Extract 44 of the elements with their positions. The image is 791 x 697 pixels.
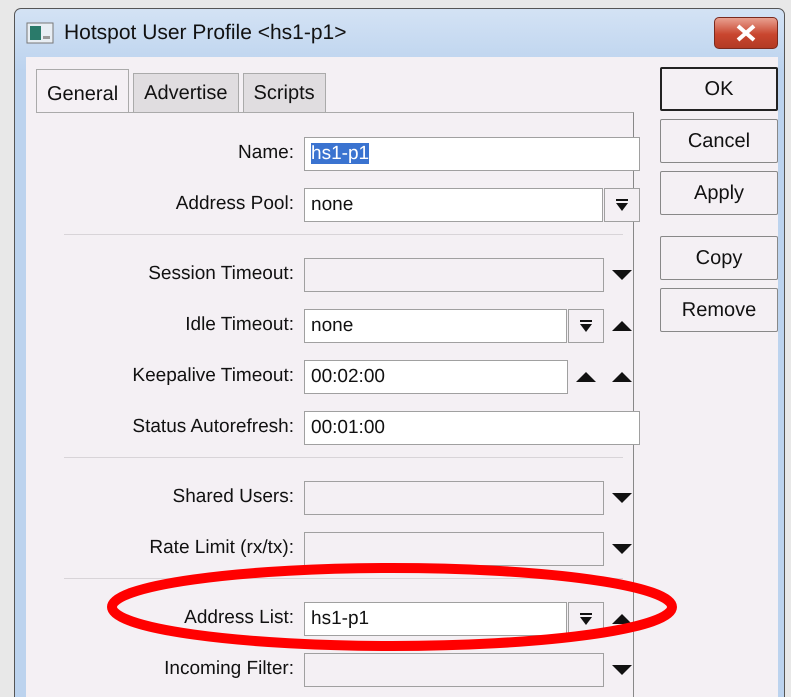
dropdown-button[interactable] xyxy=(568,308,604,342)
close-button[interactable] xyxy=(714,17,778,49)
text-field[interactable] xyxy=(304,258,604,292)
dialog-button[interactable]: Cancel xyxy=(660,119,778,163)
field-label: Idle Timeout: xyxy=(184,313,295,338)
tab[interactable]: Advertise xyxy=(133,73,239,112)
field-label: Rate Limit (rx/tx): xyxy=(148,536,295,560)
text-field[interactable]: 00:02:00 xyxy=(304,360,568,394)
dialog-button[interactable]: Remove xyxy=(660,288,778,332)
text-field[interactable]: 00:01:00 xyxy=(304,410,640,444)
window-icon xyxy=(26,21,56,45)
field-label: Name: xyxy=(237,141,295,166)
field-label: Status Autorefresh: xyxy=(131,415,295,440)
dialog-button[interactable]: Apply xyxy=(660,171,778,215)
dropdown-icon[interactable] xyxy=(579,612,593,626)
text-field[interactable]: none xyxy=(304,308,567,342)
up-arrow-icon[interactable] xyxy=(612,612,632,624)
dropdown-icon[interactable] xyxy=(615,198,629,212)
window-title: Hotspot User Profile <hs1-p1> xyxy=(64,20,346,46)
up-arrow-icon[interactable] xyxy=(612,370,632,382)
up-arrow-icon[interactable] xyxy=(612,320,632,332)
text-field[interactable]: hs1-p1 xyxy=(304,136,640,170)
dialog-button[interactable]: OK xyxy=(660,67,778,111)
field-label: Incoming Filter: xyxy=(163,657,295,682)
text-field[interactable] xyxy=(304,652,604,686)
field-label: Shared Users: xyxy=(172,485,295,510)
text-field[interactable]: hs1-p1 xyxy=(304,602,567,636)
down-arrow-icon[interactable] xyxy=(612,492,632,504)
down-arrow-icon[interactable] xyxy=(612,664,632,676)
dialog-button[interactable]: Copy xyxy=(660,236,778,280)
dropdown-icon[interactable] xyxy=(579,318,593,332)
tab[interactable]: Scripts xyxy=(242,73,326,112)
text-field[interactable] xyxy=(304,480,604,514)
text-field[interactable] xyxy=(304,532,604,566)
field-label: Address List: xyxy=(183,606,295,630)
tab[interactable]: General xyxy=(36,69,130,113)
field-label: Session Timeout: xyxy=(147,262,295,286)
text-field[interactable]: none xyxy=(304,188,603,222)
down-arrow-icon[interactable] xyxy=(612,268,632,280)
field-label: Keepalive Timeout: xyxy=(131,364,295,388)
down-arrow-icon[interactable] xyxy=(612,542,632,554)
field-label: Address Pool: xyxy=(174,192,295,216)
up-arrow-icon[interactable] xyxy=(576,370,596,382)
dropdown-button[interactable] xyxy=(604,188,640,222)
